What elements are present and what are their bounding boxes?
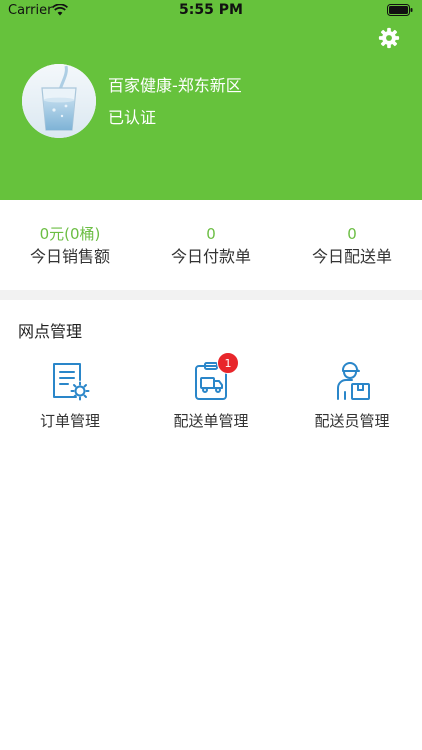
header: Carrier 5:55 PM 百家健康-郑东新区 已认证 [0,0,422,200]
delivery-badge: 1 [217,352,239,374]
battery-icon [387,4,413,16]
delivery-order-management-label: 配送单管理 [173,412,249,430]
today-stats: 0元(0桶) 今日销售额 0 今日付款单 0 今日配送单 [0,200,422,290]
order-management-tile[interactable]: 订单管理 [0,360,140,431]
water-glass-icon [22,64,96,138]
stat-sales-value: 0元(0桶) [39,225,101,243]
store-avatar[interactable] [22,64,96,138]
settings-gear-icon[interactable] [378,27,400,49]
verification-status: 已认证 [108,108,157,127]
section-divider [0,290,422,300]
order-doc-icon [53,363,90,401]
status-bar: Carrier 5:55 PM [0,0,422,24]
delivery-order-management-tile[interactable]: 1 配送单管理 [141,352,281,431]
order-management-label: 订单管理 [39,412,100,430]
stat-sales-label: 今日销售额 [29,247,110,266]
stat-paid-orders-label: 今日付款单 [170,247,251,266]
stat-deliveries-value: 0 [347,225,357,243]
courier-management-label: 配送员管理 [314,412,390,430]
stat-deliveries[interactable]: 0 今日配送单 [282,224,422,268]
courier-icon [337,362,370,400]
courier-management-tile[interactable]: 配送员管理 [282,360,422,431]
section-title: 网点管理 [18,322,83,341]
stat-paid-orders-value: 0 [206,225,216,243]
stat-sales[interactable]: 0元(0桶) 今日销售额 [0,224,140,268]
clock: 5:55 PM [179,2,243,18]
store-name: 百家健康-郑东新区 [108,76,242,95]
stat-paid-orders[interactable]: 0 今日付款单 [141,224,281,268]
stat-deliveries-label: 今日配送单 [311,247,392,266]
